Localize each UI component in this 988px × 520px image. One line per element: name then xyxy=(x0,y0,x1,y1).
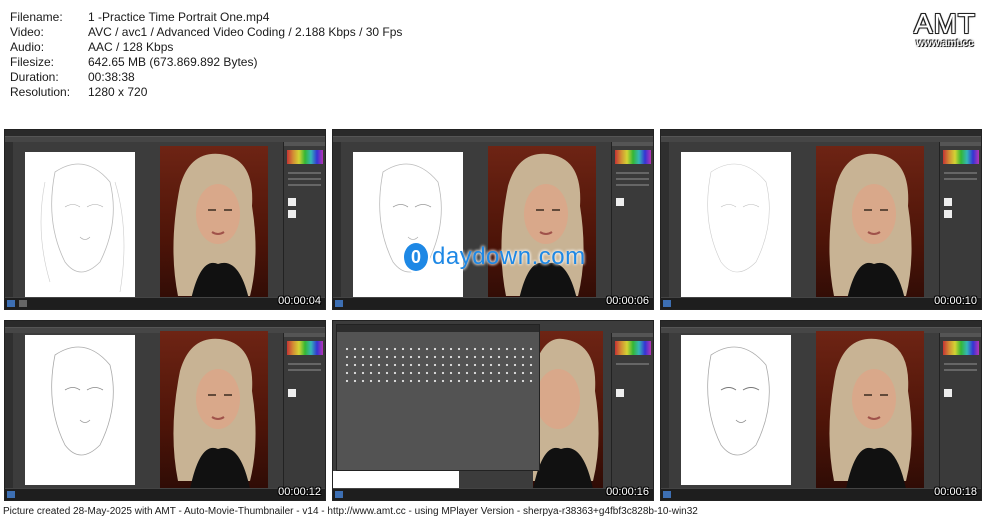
info-key: Duration: xyxy=(10,70,59,84)
info-key: Filename: xyxy=(10,10,63,24)
taskbar xyxy=(333,297,653,309)
info-key: Audio: xyxy=(10,40,45,54)
info-value: 1280 x 720 xyxy=(88,85,148,99)
watermark-text: daydown.com xyxy=(432,243,586,270)
glyphs-dialog xyxy=(336,324,540,471)
info-value: 642.65 MB (673.869.892 Bytes) xyxy=(88,55,258,69)
toolbar xyxy=(5,142,13,297)
taskbar xyxy=(333,488,653,500)
taskbar xyxy=(661,297,981,309)
start-icon xyxy=(663,491,671,498)
timestamp: 00:00:12 xyxy=(278,486,321,498)
glyph-grid xyxy=(343,345,533,385)
reference-photo xyxy=(816,331,924,489)
portrait-image xyxy=(829,153,912,304)
info-value: 1 -Practice Time Portrait One.mp4 xyxy=(88,10,270,24)
title-bar xyxy=(5,130,325,137)
thumbnail-3[interactable]: 00:00:10 xyxy=(660,129,982,310)
info-value: 00:38:38 xyxy=(88,70,135,84)
face-sketch xyxy=(51,346,114,456)
taskbar xyxy=(661,488,981,500)
timestamp: 00:00:10 xyxy=(934,295,977,307)
portrait-image xyxy=(173,338,256,489)
start-icon xyxy=(335,300,343,307)
start-icon xyxy=(7,300,15,307)
sketch-canvas xyxy=(353,152,463,298)
info-row-resolution: Resolution: 1280 x 720 xyxy=(10,85,402,100)
sketch-canvas xyxy=(681,152,791,298)
file-info: Filename: 1 -Practice Time Portrait One.… xyxy=(10,10,402,100)
timestamp: 00:00:04 xyxy=(278,295,321,307)
face-sketch xyxy=(707,163,770,273)
thumbnail-1[interactable]: 00:00:04 xyxy=(4,129,326,310)
layers-panel xyxy=(283,333,325,488)
thumbnail-4[interactable]: 00:00:12 xyxy=(4,320,326,501)
info-key: Filesize: xyxy=(10,55,55,69)
info-value: AAC / 128 Kbps xyxy=(88,40,174,54)
layers-panel xyxy=(939,142,981,297)
start-icon xyxy=(663,300,671,307)
info-key: Video: xyxy=(10,25,44,39)
thumbnail-2[interactable]: 00:00:06 xyxy=(332,129,654,310)
info-row-duration: Duration: 00:38:38 xyxy=(10,70,402,85)
sketch-canvas xyxy=(25,335,135,485)
thumbnail-5[interactable]: 00:00:16 xyxy=(332,320,654,501)
thumbnail-6[interactable]: 00:00:18 xyxy=(660,320,982,501)
info-key: Resolution: xyxy=(10,85,71,99)
reference-photo xyxy=(533,331,603,489)
info-row-filesize: Filesize: 642.65 MB (673.869.892 Bytes) xyxy=(10,55,402,70)
daydown-watermark: 0 daydown.com xyxy=(404,243,586,271)
daydown-logo-icon: 0 xyxy=(404,243,428,271)
face-sketch xyxy=(40,163,125,293)
reference-photo xyxy=(160,146,268,304)
reference-photo xyxy=(160,331,268,489)
layers-panel xyxy=(611,142,653,297)
portrait-image xyxy=(533,338,599,489)
face-sketch xyxy=(379,163,442,273)
portrait-image xyxy=(173,153,256,304)
portrait-image xyxy=(829,338,912,489)
reference-photo xyxy=(816,146,924,304)
timestamp: 00:00:18 xyxy=(934,486,977,498)
start-icon xyxy=(7,491,15,498)
reference-photo xyxy=(488,146,596,304)
portrait-image xyxy=(501,153,584,304)
menu-bar xyxy=(5,137,325,142)
info-row-audio: Audio: AAC / 128 Kbps xyxy=(10,40,402,55)
footer-credit: Picture created 28-May-2025 with AMT - A… xyxy=(3,506,698,517)
logo-text: AMT xyxy=(913,8,976,39)
layers-panel xyxy=(611,333,653,488)
swatches xyxy=(287,150,323,164)
info-row-video: Video: AVC / avc1 / Advanced Video Codin… xyxy=(10,25,402,40)
info-row-filename: Filename: 1 -Practice Time Portrait One.… xyxy=(10,10,402,25)
layers-panel xyxy=(939,333,981,488)
logo-url: www.amt.cc xyxy=(916,38,974,49)
sketch-canvas xyxy=(681,335,791,485)
timestamp: 00:00:16 xyxy=(606,486,649,498)
dialog-title-bar xyxy=(337,325,539,332)
face-sketch xyxy=(707,346,770,456)
sketch-canvas xyxy=(25,152,135,298)
info-value: AVC / avc1 / Advanced Video Coding / 2.1… xyxy=(88,25,403,39)
taskbar xyxy=(5,488,325,500)
start-icon xyxy=(335,491,343,498)
layers-panel xyxy=(283,142,325,297)
taskbar xyxy=(5,297,325,309)
timestamp: 00:00:06 xyxy=(606,295,649,307)
amt-logo: AMT www.amt.cc xyxy=(914,8,976,49)
